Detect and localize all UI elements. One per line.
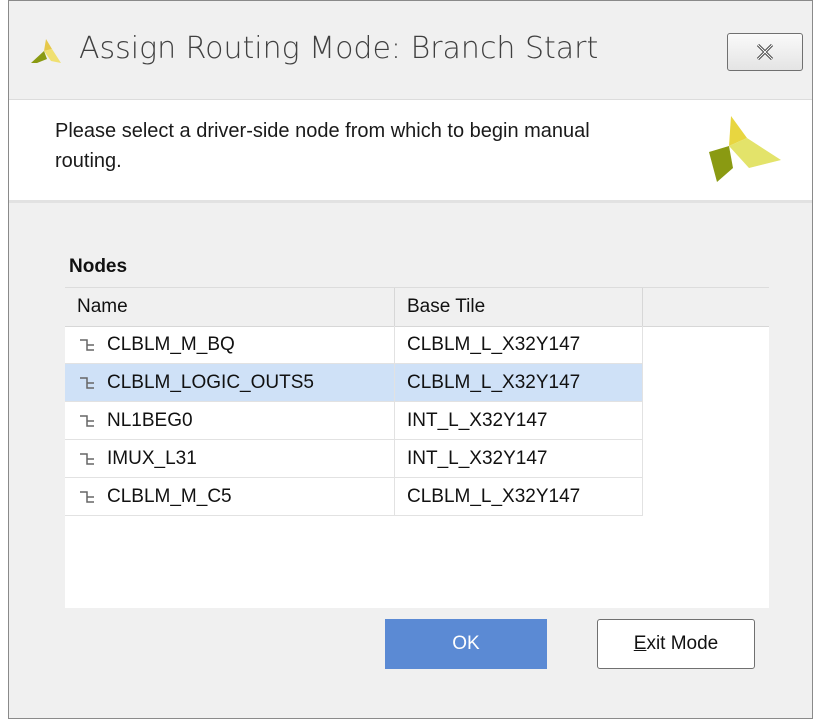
close-button[interactable] xyxy=(727,33,803,71)
node-name-cell: IMUX_L31 xyxy=(65,440,395,478)
table-row[interactable]: IMUX_L31 INT_L_X32Y147 xyxy=(65,440,643,478)
node-name-cell: CLBLM_M_BQ xyxy=(65,326,395,364)
node-name: CLBLM_M_C5 xyxy=(107,486,232,507)
table-row[interactable]: NL1BEG0 INT_L_X32Y147 xyxy=(65,402,643,440)
column-header-name[interactable]: Name xyxy=(65,288,395,326)
node-name: CLBLM_LOGIC_OUTS5 xyxy=(107,372,314,393)
instruction-banner: Please select a driver-side node from wh… xyxy=(9,99,812,203)
nodes-section-label: Nodes xyxy=(69,256,128,277)
base-tile-cell: CLBLM_L_X32Y147 xyxy=(395,364,643,402)
base-tile-cell: INT_L_X32Y147 xyxy=(395,402,643,440)
node-name: IMUX_L31 xyxy=(107,448,197,469)
exit-mnemonic: E xyxy=(633,633,647,654)
node-wire-icon xyxy=(80,491,94,503)
node-wire-icon xyxy=(80,339,94,351)
table-row-selected[interactable]: CLBLM_LOGIC_OUTS5 CLBLM_L_X32Y147 xyxy=(65,364,643,402)
node-name-cell: CLBLM_LOGIC_OUTS5 xyxy=(65,364,395,402)
node-name: NL1BEG0 xyxy=(107,410,193,431)
exit-label: xit Mode xyxy=(646,633,719,654)
table-header: Name Base Tile xyxy=(65,288,769,327)
close-icon xyxy=(756,43,774,61)
table-row[interactable]: CLBLM_M_BQ CLBLM_L_X32Y147 xyxy=(65,326,643,364)
base-tile-cell: CLBLM_L_X32Y147 xyxy=(395,478,643,516)
node-name-cell: CLBLM_M_C5 xyxy=(65,478,395,516)
node-name: CLBLM_M_BQ xyxy=(107,334,235,355)
column-header-base-tile[interactable]: Base Tile xyxy=(395,288,643,326)
ok-button[interactable]: OK xyxy=(385,619,547,669)
nodes-table[interactable]: Name Base Tile CLBLM_M_BQ CLBLM_L_X32Y14… xyxy=(65,287,769,608)
base-tile-cell: CLBLM_L_X32Y147 xyxy=(395,326,643,364)
base-tile-cell: INT_L_X32Y147 xyxy=(395,440,643,478)
vivado-logo-icon xyxy=(709,116,781,182)
table-row[interactable]: CLBLM_M_C5 CLBLM_L_X32Y147 xyxy=(65,478,643,516)
app-logo-icon xyxy=(31,39,61,63)
node-name-cell: NL1BEG0 xyxy=(65,402,395,440)
node-wire-icon xyxy=(80,453,94,465)
window-title: Assign Routing Mode: Branch Start xyxy=(79,31,599,66)
title-bar: Assign Routing Mode: Branch Start xyxy=(9,1,812,99)
exit-mode-button[interactable]: Exit Mode xyxy=(597,619,755,669)
instruction-text: Please select a driver-side node from wh… xyxy=(55,120,590,172)
node-wire-icon xyxy=(80,377,94,389)
assign-routing-dialog: Assign Routing Mode: Branch Start Please… xyxy=(8,0,813,719)
node-wire-icon xyxy=(80,415,94,427)
